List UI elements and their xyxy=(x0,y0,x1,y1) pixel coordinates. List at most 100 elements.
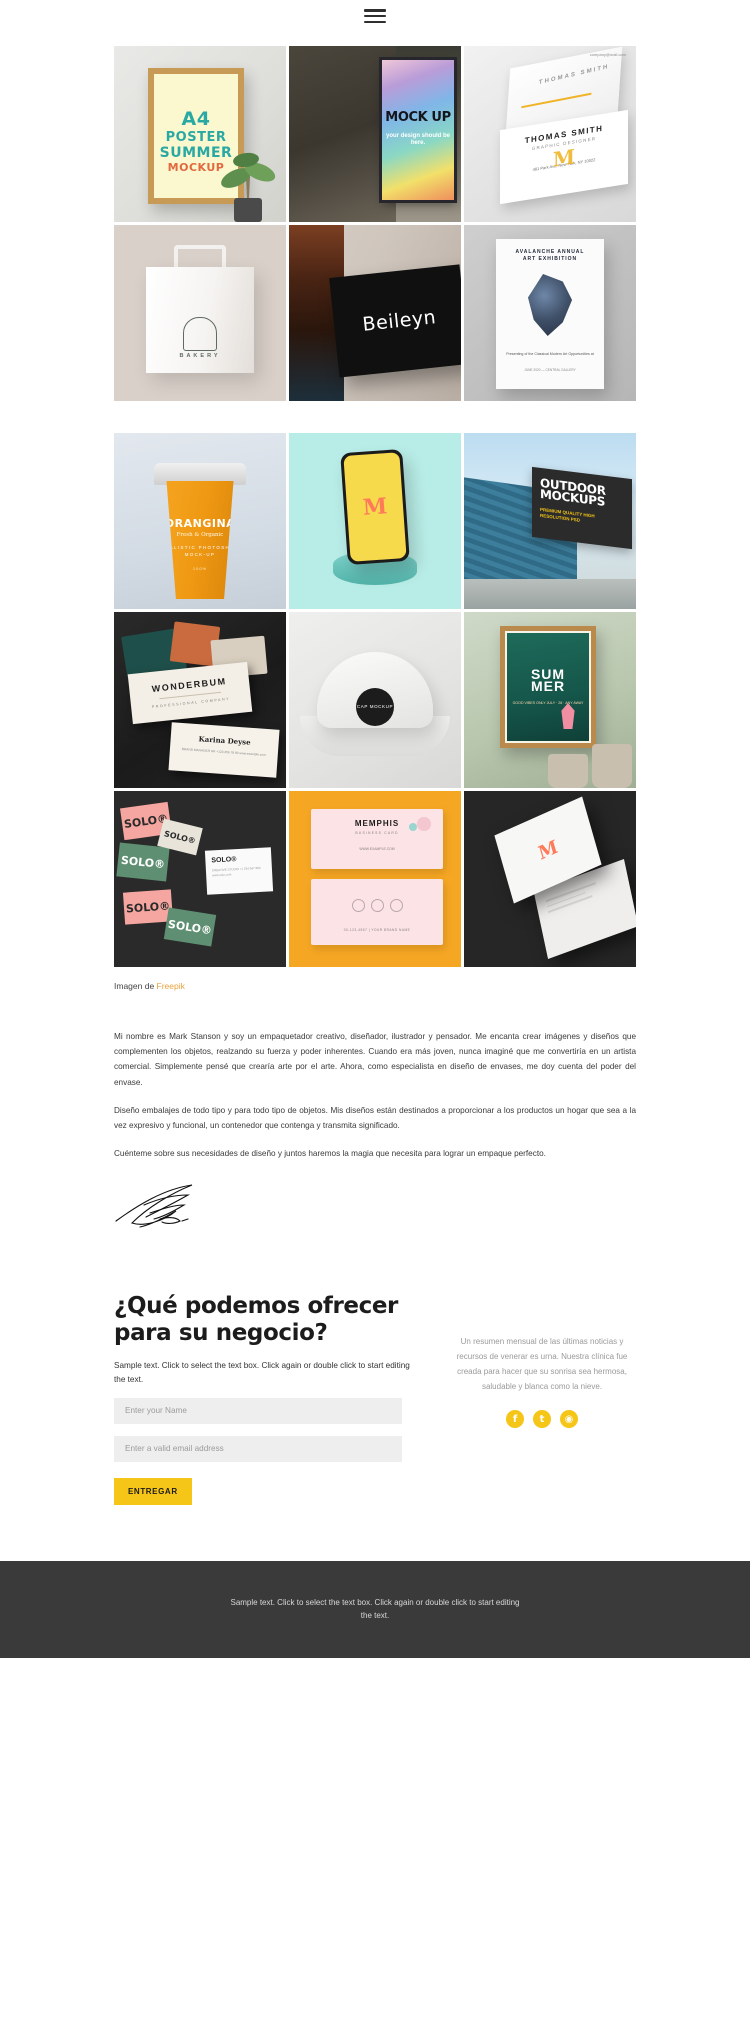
plant-decoration-icon xyxy=(221,152,276,222)
gallery-item-orangina-cup[interactable]: ORANGINA Fresh & Organic REALISTIC PHOTO… xyxy=(114,433,286,609)
gallery-item-memphis-card[interactable]: MEMPHIS BUSINESS CARD WWW.EXAMPLE.COM 00… xyxy=(289,791,461,967)
card-monogram: M xyxy=(552,144,576,172)
cup-brand: ORANGINA xyxy=(164,517,236,530)
bakery-logo-mark xyxy=(183,317,217,351)
outdoor-billboard: OUTDOOR MOCKUPS PREMIUM QUALITY HIGH RES… xyxy=(532,466,632,550)
footer-text: Sample text. Click to select the text bo… xyxy=(230,1597,520,1621)
social-links: f t ◉ xyxy=(448,1410,636,1429)
outdoor-headline: OUTDOOR MOCKUPS xyxy=(540,475,606,510)
summer-caption: GOOD VIBES ONLY JULY · 28 · ANY AWAY xyxy=(512,700,584,705)
signature-image xyxy=(114,1183,636,1235)
sign-label: Beileyn xyxy=(361,306,437,336)
solo-tile: SOLO® xyxy=(122,889,174,925)
summer-poster-frame: SUM MER GOOD VIBES ONLY JULY · 28 · ANY … xyxy=(500,626,596,748)
wonderbum-title: WONDERBUM xyxy=(151,676,227,694)
gallery-item-wonderbum-cards[interactable]: WONDERBUM PROFESSIONAL COMPANY Karina De… xyxy=(114,612,286,788)
bag-handle xyxy=(174,245,226,269)
gallery-item-bakery-bag[interactable]: BAKERY xyxy=(114,225,286,401)
hamburger-bar xyxy=(364,20,386,23)
exhibition-artwork xyxy=(527,274,573,336)
instagram-icon[interactable]: ◉ xyxy=(560,1410,578,1429)
exhibition-footer: JUNE 2020 — CENTRAL GALLERY xyxy=(524,368,576,372)
about-paragraph-3: Cuénteme sobre sus necesidades de diseño… xyxy=(114,1149,546,1159)
plant-pot xyxy=(592,744,632,788)
wonderbum-card-back: Karina Deyse BRAND MANAGER HR +123 456 7… xyxy=(168,722,280,778)
about-paragraph-1: Mi nombre es Mark Stanson y soy un empaq… xyxy=(114,1032,636,1087)
flamingo-icon xyxy=(561,703,575,729)
contact-heading: ¿Qué podemos ofrecer para su negocio? xyxy=(114,1293,414,1347)
newsletter-text: Un resumen mensual de las últimas notici… xyxy=(456,1337,628,1391)
solo-tile: SOLO® xyxy=(163,907,217,947)
contact-left-column: ¿Qué podemos ofrecer para su negocio? Sa… xyxy=(114,1293,414,1505)
contact-section: ¿Qué podemos ofrecer para su negocio? Sa… xyxy=(114,1293,636,1505)
mockup-gallery-one: A4 POSTER SUMMER MOCKUP MOCK UP your des… xyxy=(114,46,636,401)
gallery-item-a4-poster[interactable]: A4 POSTER SUMMER MOCKUP xyxy=(114,46,286,222)
memphis-circle-icon xyxy=(389,899,403,912)
poster-line-1: A4 xyxy=(181,107,211,130)
gallery-item-beileyn-sign[interactable]: Beileyn xyxy=(289,225,461,401)
exhibition-title-2: ART EXHIBITION xyxy=(522,256,578,262)
exhibition-title-1: AVALANCHE ANNUAL xyxy=(515,249,585,255)
cap-patch-label: CAP MOCKUP xyxy=(356,704,394,710)
sign-board: Beileyn xyxy=(328,264,461,378)
memphis-dot xyxy=(417,817,431,831)
exhibition-poster-sheet: AVALANCHE ANNUAL ART EXHIBITION Presenti… xyxy=(496,239,604,389)
cup-subtext: REALISTIC PHOTOSHOP MOCK-UP xyxy=(160,545,240,557)
wonderbum-person: Karina Deyse xyxy=(198,734,251,747)
mockup-gallery-two: ORANGINA Fresh & Organic REALISTIC PHOTO… xyxy=(114,433,636,967)
card-email: company@mail.com xyxy=(589,52,626,57)
cap-patch: CAP MOCKUP xyxy=(356,688,394,726)
contact-heading-line-2: para su negocio? xyxy=(114,1320,328,1347)
hamburger-menu-icon[interactable] xyxy=(364,7,386,23)
gallery-item-street-billboard[interactable]: MOCK UP your design should be here. xyxy=(289,46,461,222)
gallery-item-outdoor-billboard[interactable]: OUTDOOR MOCKUPS PREMIUM QUALITY HIGH RES… xyxy=(464,433,636,609)
contact-right-column: Un resumen mensual de las últimas notici… xyxy=(448,1293,636,1429)
digital-kiosk-screen: MOCK UP your design should be here. xyxy=(381,60,455,200)
credit-prefix: Imagen de xyxy=(114,981,157,991)
signature-mark-stanson-icon xyxy=(115,1184,193,1228)
plant-pot xyxy=(548,754,588,788)
wonderbum-subtitle: PROFESSIONAL COMPANY xyxy=(151,696,231,710)
memphis-footer: 00-123-4567 | YOUR BRAND NAME xyxy=(343,928,411,932)
cup-tagline: Fresh & Organic xyxy=(176,532,224,538)
kiosk-headline: MOCK UP xyxy=(385,110,451,126)
email-input[interactable] xyxy=(114,1435,402,1462)
hamburger-bar xyxy=(364,14,386,18)
memphis-web: WWW.EXAMPLE.COM xyxy=(359,847,395,851)
card-brand-label: THOMAS SMITH xyxy=(538,64,610,87)
cup-body: ORANGINA Fresh & Organic REALISTIC PHOTO… xyxy=(160,481,240,599)
contact-sample-text: Sample text. Click to select the text bo… xyxy=(114,1361,410,1384)
gallery-item-thomas-smith-cards[interactable]: THOMAS SMITH M THOMAS SMITH GRAPHIC DESI… xyxy=(464,46,636,222)
summer-line-2: MER xyxy=(530,678,566,695)
memphis-card-bottom: 00-123-4567 | YOUR BRAND NAME xyxy=(311,879,443,945)
wonderbum-details: BRAND MANAGER HR +123 456 78 90 www.exam… xyxy=(181,747,267,757)
contact-heading-line-1: ¿Qué podemos ofrecer xyxy=(114,1293,398,1320)
gallery-item-solo-branding[interactable]: SOLO® SOLO® SOLO® SOLO® SOLO® SOLO® CREA… xyxy=(114,791,286,967)
about-section: Mi nombre es Mark Stanson y soy un empaq… xyxy=(114,1029,636,1161)
exhibition-caption: Presenting of the Classical Modern Art O… xyxy=(506,352,594,356)
solo-card-body: CREATIVE STUDIO +1 234 567 890 www.solo.… xyxy=(211,865,261,877)
memphis-dot xyxy=(409,823,417,831)
letterhead-logo-glyph: M xyxy=(535,835,561,865)
gallery-item-art-exhibition-poster[interactable]: AVALANCHE ANNUAL ART EXHIBITION Presenti… xyxy=(464,225,636,401)
submit-button[interactable]: ENTREGAR xyxy=(114,1477,192,1505)
facebook-icon[interactable]: f xyxy=(506,1410,524,1429)
name-input[interactable] xyxy=(114,1397,402,1424)
about-paragraph-2: Diseño embalajes de todo tipo y para tod… xyxy=(114,1105,636,1130)
solo-card-title: SOLO® xyxy=(211,856,237,865)
gallery-item-summer-poster[interactable]: SUM MER GOOD VIBES ONLY JULY · 28 · ANY … xyxy=(464,612,636,788)
street-tree-backdrop xyxy=(289,46,396,222)
card-accent-rule xyxy=(521,92,592,109)
gallery-item-cap[interactable]: CAP MOCKUP xyxy=(289,612,461,788)
freepik-link[interactable]: Freepik xyxy=(157,981,185,991)
phone-device: M xyxy=(340,448,410,566)
site-footer: Sample text. Click to select the text bo… xyxy=(0,1560,750,1658)
twitter-icon[interactable]: t xyxy=(533,1410,551,1429)
gallery-item-phone-pedestal[interactable]: M xyxy=(289,433,461,609)
gallery-item-folded-letterhead[interactable]: M xyxy=(464,791,636,967)
solo-tile: SOLO® xyxy=(116,842,170,882)
kiosk-subline: your design should be here. xyxy=(385,132,450,147)
memphis-card-top: MEMPHIS BUSINESS CARD WWW.EXAMPLE.COM xyxy=(311,809,443,869)
solo-white-card: SOLO® CREATIVE STUDIO +1 234 567 890 www… xyxy=(204,847,274,895)
cup-badge: 100% xyxy=(192,566,208,572)
